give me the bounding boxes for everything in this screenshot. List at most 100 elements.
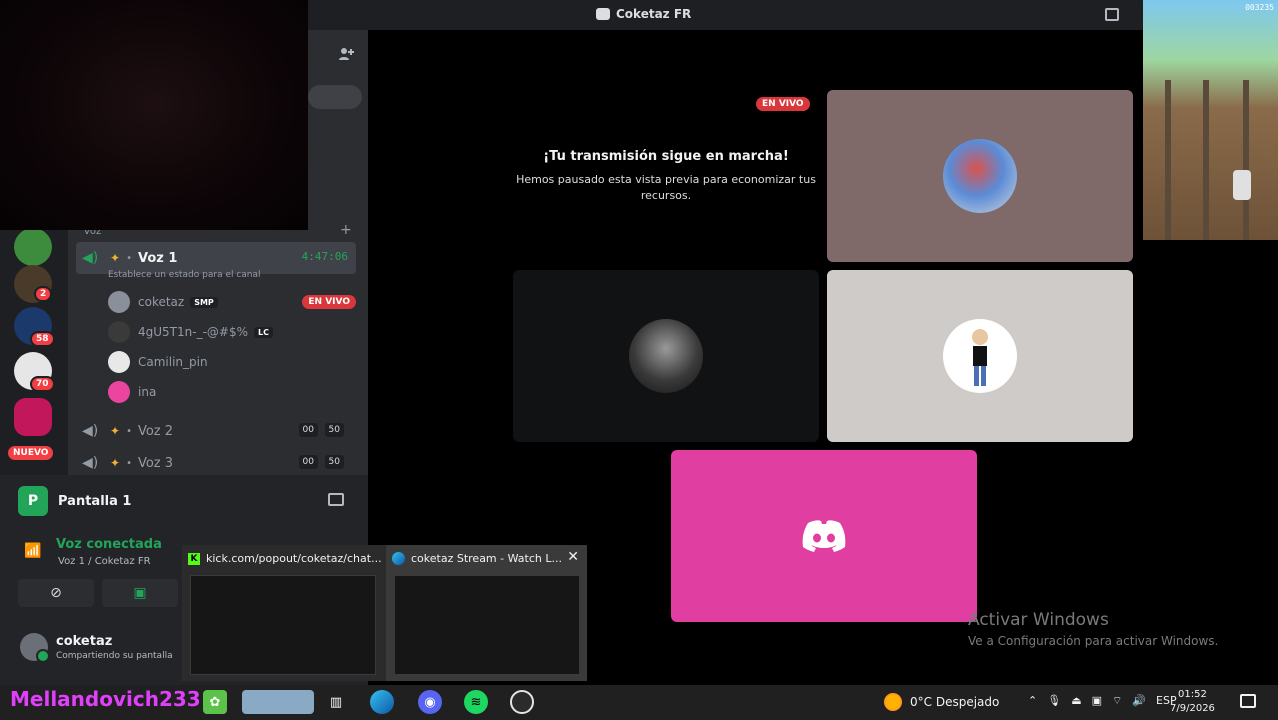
signal-icon[interactable]: 📶 [24,543,41,559]
mention-badge: 58 [30,331,55,347]
server-rail: 2 58 70 [0,228,68,475]
search-pill[interactable] [308,85,362,109]
channel-status-prompt[interactable]: Establece un estado para el canal [108,270,261,280]
stop-stream-icon[interactable] [328,493,344,506]
server-icon[interactable] [14,398,52,436]
task-view-icon[interactable]: ▥ [324,690,348,714]
edge-icon[interactable] [370,690,394,714]
usb-icon[interactable]: ⏏ [1071,694,1081,708]
avatar [108,351,130,373]
weather-widget[interactable]: 0°C Despejado [884,693,999,711]
avatar [108,291,130,313]
clock-time: 01:52 [1178,689,1207,700]
clock-date: 7/9/2026 [1170,703,1215,714]
voice-channel-name: Voz 2 [137,423,174,439]
voice-user-name: ina [138,385,157,399]
separator-dot: • [126,425,132,437]
spotify-icon[interactable]: ≋ [464,690,488,714]
thumbnail-app-icon[interactable] [242,690,314,714]
windows-taskbar: Mellandovich233 ✿ ▥ ◉ ≋ 0°C Despejado ⌃ … [0,685,1278,720]
webcam-overlay [0,0,308,230]
voice-connected-title[interactable]: Voz conectada [56,537,162,552]
user-count: 00 [298,423,318,437]
taskbar-clock[interactable]: 01:52 7/9/2026 [1170,688,1215,716]
speaker-icon: ◀) [82,423,99,439]
weather-text: 0°C Despejado [910,695,1000,709]
camera-off-button[interactable]: ⊘ [18,579,94,607]
current-user-name: coketaz [56,633,113,649]
participant-tile-4gu5t1n[interactable] [513,270,819,442]
voice-user-camilin[interactable]: Camilin_pin [108,349,358,375]
desktop: Coketaz FR voz + ◀) ✦ • Voz 1 4:47:06 Es… [0,0,1278,720]
new-badge: NUEVO [8,446,54,460]
stream-card[interactable]: P Pantalla 1 [8,481,360,521]
share-screen-button[interactable]: ▣ [102,579,178,607]
discord-default-avatar-icon [108,381,130,403]
system-tray: ⌃ 🎙 ⏏ ▣ ⌔ 🔊 ESP [1028,694,1177,708]
preview-kick-stream[interactable]: coketaz Stream - Watch L... ✕ [386,545,587,681]
stream-label: Pantalla 1 [58,493,132,509]
avatar [629,319,703,393]
preview-title: kick.com/popout/coketaz/chat... [206,552,382,565]
obs-icon[interactable] [510,690,534,714]
microphone-icon[interactable]: 🎙 [1047,694,1061,708]
notification-icon[interactable] [1240,694,1256,708]
inbox-icon[interactable] [1105,8,1119,21]
server-icon[interactable] [14,228,52,266]
window-title: Coketaz FR [596,7,691,21]
sparkle-icon: ✦ [110,456,121,470]
user-limit: 50 [324,423,344,437]
avatar [943,139,1017,213]
voice-user-ina[interactable]: ina [108,379,358,405]
user-limit: 50 [324,455,344,469]
create-channel-icon[interactable]: + [340,222,352,238]
separator-dot: • [126,252,132,264]
voice-user-name: Camilin_pin [138,355,208,369]
speaker-icon: ◀) [82,455,99,471]
add-member-icon[interactable] [338,46,354,62]
voice-user-name: 4gU5T1n-_-@#$% [138,325,248,339]
wifi-icon[interactable]: ⌔ [1112,694,1122,708]
live-badge: EN VIVO [302,295,356,309]
preview-thumbnail [394,575,580,675]
preview-title: coketaz Stream - Watch L... [411,552,562,565]
preview-thumbnail [190,575,376,675]
sparkle-icon: ✦ [110,251,121,265]
volume-icon[interactable]: 🔊 [1132,694,1146,708]
server-tag: LC [254,326,273,338]
discord-logo-icon [596,8,610,20]
discord-icon[interactable]: ◉ [418,690,442,714]
kick-icon: K [188,552,200,565]
game-score: 003235 [1245,3,1274,12]
runner-character [1233,170,1251,200]
user-count: 00 [298,455,318,469]
current-user[interactable]: coketaz Compartiendo su pantalla [20,633,173,663]
track-rail [1165,80,1171,240]
taskbar-preview-strip: K kick.com/popout/coketaz/chat... coketa… [182,545,587,681]
close-icon[interactable]: ✕ [567,549,579,565]
avatar [108,321,130,343]
participant-tile-camilin[interactable] [827,270,1133,442]
voice-user-4gu5t1n[interactable]: 4gU5T1n-_-@#$% LC [108,319,358,345]
voice-connected-subtitle[interactable]: Voz 1 / Coketaz FR [58,556,151,567]
live-badge: EN VIVO [756,97,810,111]
voice-channel-timer: 4:47:06 [301,250,348,263]
clipboard-icon[interactable]: ▣ [1092,694,1102,708]
mention-badge: 2 [34,286,53,302]
participant-tile-coketaz[interactable] [827,90,1133,262]
separator-dot: • [126,457,132,469]
avatar [20,633,50,663]
avatar [943,319,1017,393]
streamer-nickname: Mellandovich233 [10,687,201,711]
character-icon [972,329,988,386]
chevron-up-icon[interactable]: ⌃ [1028,694,1037,708]
voice-channel-voz-2[interactable]: ◀) ✦ • Voz 2 00 50 [76,415,356,447]
preview-kick-chat[interactable]: K kick.com/popout/coketaz/chat... [182,545,382,681]
voice-user-coketaz[interactable]: coketaz SMP EN VIVO [108,289,358,315]
window-title-text: Coketaz FR [616,7,692,21]
activate-windows-title: Activar Windows [968,610,1109,630]
participant-tile-ina[interactable] [671,450,977,622]
voice-channel-name: Voz 1 [137,250,178,266]
server-tag: SMP [190,296,218,308]
game-icon[interactable]: ✿ [203,690,227,714]
